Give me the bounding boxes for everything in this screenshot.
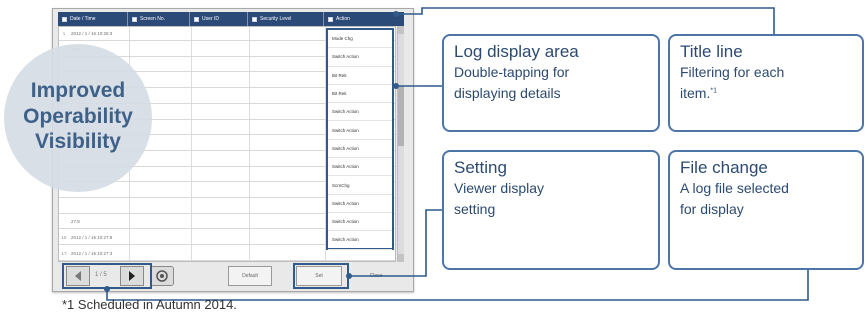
default-button[interactable]: Default (228, 266, 272, 286)
callout-log-display: Log display area Double-tapping for disp… (442, 34, 660, 132)
callout-text: for display (680, 200, 744, 217)
row-datetime: 2012 / 1 / 16 10:27:3 (71, 250, 113, 256)
action-item[interactable]: ScrnChg (328, 176, 392, 195)
callout-text: displaying details (454, 84, 561, 101)
action-item[interactable]: Switch Action (328, 231, 392, 250)
filter-checkbox[interactable] (328, 16, 333, 22)
column-header-label: User ID (202, 16, 219, 22)
footnote-marker: *1 (710, 86, 717, 94)
scroll-up-arrow[interactable] (398, 26, 404, 34)
callout-title: Title line (680, 42, 743, 61)
action-item[interactable]: Bit Reit (328, 67, 392, 85)
callout-text: item. (680, 84, 711, 101)
title-line-connector (396, 7, 775, 34)
column-header-label: Date / Time (70, 16, 96, 22)
scroll-thumb[interactable] (398, 86, 404, 146)
row-number: 1 (62, 31, 66, 36)
callout-file-change: File change A log file selected for disp… (668, 150, 864, 270)
column-header-security-level[interactable]: Security Level (248, 12, 324, 26)
callout-text: Viewer display (454, 180, 545, 197)
action-item[interactable]: Mode Chg (328, 30, 392, 49)
action-item[interactable]: Switch Action (328, 103, 392, 122)
row-datetime: 27:8 (71, 219, 80, 225)
row-number: 17 (61, 250, 67, 256)
row-datetime: 2012 / 1 / 16 10:26:3 (71, 31, 113, 36)
feature-line-2: Operability (23, 104, 133, 128)
row-number: 16 (61, 235, 67, 241)
footnote: *1 Scheduled in Autumn 2014. (62, 297, 237, 312)
action-item[interactable]: Switch Action (328, 48, 392, 67)
column-header-action[interactable]: Action (324, 12, 404, 26)
title-line[interactable]: Date / Time Screen No. User ID Security … (58, 12, 404, 26)
row-datetime: 2012 / 1 / 16 10:27:8 (71, 235, 113, 241)
action-item[interactable]: Switch Action (328, 121, 392, 140)
column-header-user-id[interactable]: User ID (190, 12, 248, 26)
vertical-scrollbar[interactable] (397, 26, 404, 262)
action-item[interactable]: Switch Action (328, 158, 392, 177)
column-header-label: Action (336, 16, 350, 22)
action-list[interactable]: Mode Chg Switch Action Bit Reit Bit Reit… (326, 28, 394, 250)
callout-text: Filtering for each (680, 64, 785, 81)
feature-circle-text: Improved Operability Visibility (4, 78, 152, 155)
callout-title-line: Title line Filtering for each item.*1 (668, 34, 864, 132)
callout-title: File change (680, 158, 768, 177)
action-item[interactable]: Bit Reit (328, 85, 392, 104)
action-item[interactable]: Switch Action (328, 213, 392, 232)
callout-title: Log display area (454, 42, 579, 61)
setting-highlight (293, 263, 349, 289)
column-header-screen-no[interactable]: Screen No. (128, 12, 190, 26)
filter-checkbox[interactable] (132, 16, 137, 22)
callout-title: Setting (454, 158, 507, 177)
column-header-label: Security Level (260, 16, 292, 22)
callout-setting: Setting Viewer display setting (442, 150, 660, 270)
callout-text: Double-tapping for (454, 64, 570, 81)
column-header-datetime[interactable]: Date / Time (58, 12, 128, 26)
callout-text: A log file selected (680, 180, 789, 197)
filter-checkbox[interactable] (252, 16, 257, 22)
column-header-label: Screen No. (140, 16, 166, 22)
file-change-highlight (62, 263, 152, 289)
filter-checkbox[interactable] (62, 16, 67, 22)
action-item[interactable]: Switch Action (328, 140, 392, 159)
filter-checkbox[interactable] (194, 16, 199, 22)
close-button[interactable]: Close (354, 266, 398, 286)
feature-line-3: Visibility (35, 130, 121, 154)
refresh-button[interactable] (150, 266, 174, 286)
feature-line-1: Improved (30, 79, 126, 102)
callout-text: setting (454, 200, 496, 217)
refresh-icon (156, 270, 168, 282)
action-item[interactable]: Switch Action (328, 195, 392, 213)
scroll-down-arrow[interactable] (398, 254, 404, 262)
